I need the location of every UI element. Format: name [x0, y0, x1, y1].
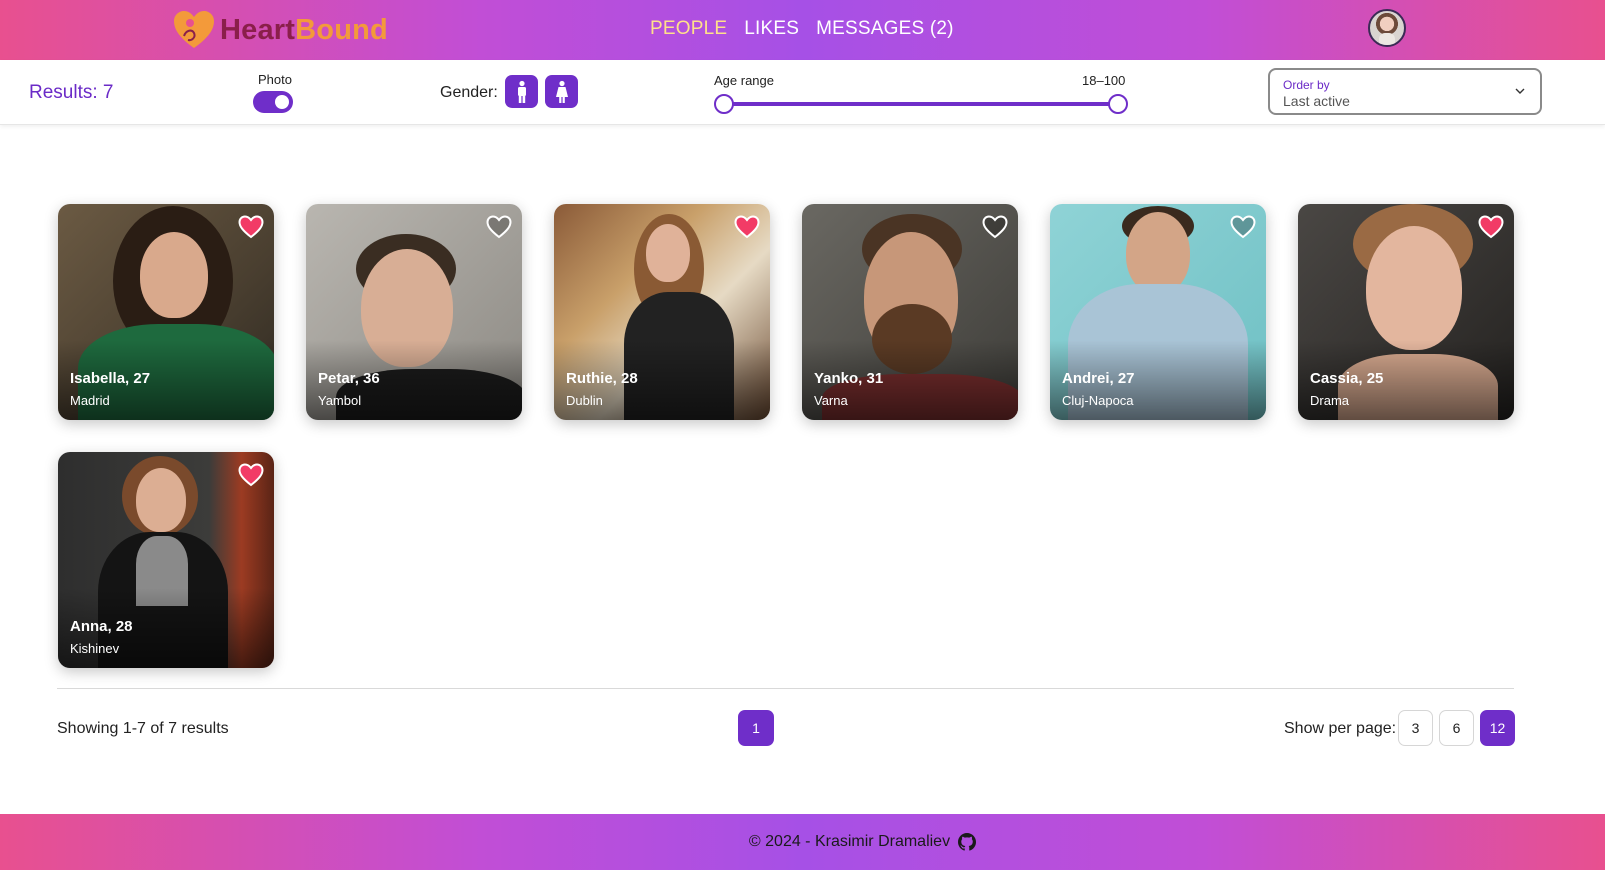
heart-icon[interactable]	[1230, 215, 1256, 239]
member-city: Kishinev	[70, 641, 120, 656]
member-name: Anna, 28	[70, 618, 133, 635]
results-count: Results: 7	[29, 82, 114, 103]
member-card[interactable]: Yanko, 31 Varna	[802, 204, 1018, 420]
page-button-1[interactable]: 1	[738, 710, 774, 746]
age-max-handle[interactable]	[1108, 94, 1128, 114]
heart-logo-icon	[174, 11, 214, 48]
heart-icon[interactable]	[238, 215, 264, 239]
member-name: Andrei, 27	[1062, 370, 1135, 387]
male-icon	[517, 80, 526, 103]
member-card[interactable]: Cassia, 25 Drama	[1298, 204, 1514, 420]
results-summary: Showing 1-7 of 7 results	[57, 720, 229, 737]
github-icon[interactable]	[958, 833, 977, 851]
member-card[interactable]: Isabella, 27 Madrid	[58, 204, 274, 420]
age-min-handle[interactable]	[714, 94, 734, 114]
age-range-value: 18–100	[1082, 73, 1126, 88]
footer: © 2024 - Krasimir Dramaliev	[0, 814, 1605, 870]
nav-link-likes[interactable]: LIKES	[744, 18, 799, 40]
main-nav: PEOPLE LIKES MESSAGES (2)	[650, 18, 954, 40]
member-city: Dublin	[566, 393, 603, 408]
member-city: Madrid	[70, 393, 110, 408]
female-icon	[555, 80, 568, 103]
age-slider-track[interactable]	[724, 102, 1118, 106]
content-divider	[57, 688, 1514, 689]
heart-icon[interactable]	[982, 215, 1008, 239]
brand-logo[interactable]: HeartBound	[170, 6, 388, 54]
member-card[interactable]: Petar, 36 Yambol	[306, 204, 522, 420]
order-by-select[interactable]: Order by Last active	[1268, 68, 1542, 115]
photo-toggle[interactable]	[253, 91, 293, 113]
per-page-12-button[interactable]: 12	[1480, 710, 1515, 746]
toggle-knob	[275, 95, 289, 109]
heart-icon[interactable]	[734, 215, 760, 239]
member-card[interactable]: Andrei, 27 Cluj-Napoca	[1050, 204, 1266, 420]
per-page-label: Show per page:	[1284, 720, 1397, 737]
member-name: Yanko, 31	[814, 370, 884, 387]
member-name: Petar, 36	[318, 370, 380, 387]
photo-filter-label: Photo	[258, 72, 292, 87]
gender-male-button[interactable]	[505, 75, 538, 108]
age-range-label: Age range	[714, 73, 774, 88]
member-name: Ruthie, 28	[566, 370, 638, 387]
heart-icon[interactable]	[1478, 215, 1504, 239]
top-navbar: HeartBound PEOPLE LIKES MESSAGES (2)	[0, 0, 1605, 60]
member-city: Yambol	[318, 393, 362, 408]
per-page-6-button[interactable]: 6	[1439, 710, 1474, 746]
gender-label: Gender:	[440, 84, 498, 101]
member-city: Varna	[814, 393, 848, 408]
order-by-value: Last active	[1283, 93, 1350, 109]
per-page-3-button[interactable]: 3	[1398, 710, 1433, 746]
gender-female-button[interactable]	[545, 75, 578, 108]
footer-credit: © 2024 - Krasimir Dramaliev	[748, 833, 951, 850]
order-by-label: Order by	[1283, 78, 1330, 92]
member-card[interactable]: Anna, 28 Kishinev	[58, 452, 274, 668]
heart-icon[interactable]	[238, 463, 264, 487]
nav-link-messages[interactable]: MESSAGES (2)	[816, 18, 954, 40]
member-name: Isabella, 27	[70, 370, 151, 387]
member-city: Drama	[1310, 393, 1350, 408]
member-city: Cluj-Napoca	[1062, 393, 1134, 408]
chevron-down-icon	[1515, 88, 1525, 94]
brand-name: HeartBound	[220, 13, 388, 46]
heart-icon[interactable]	[486, 215, 512, 239]
member-card[interactable]: Ruthie, 28 Dublin	[554, 204, 770, 420]
filter-bar: Results: 7 Photo Gender: Age range 18–10…	[0, 60, 1605, 125]
nav-link-people[interactable]: PEOPLE	[650, 18, 727, 40]
member-name: Cassia, 25	[1310, 370, 1384, 387]
user-avatar[interactable]	[1368, 9, 1406, 47]
